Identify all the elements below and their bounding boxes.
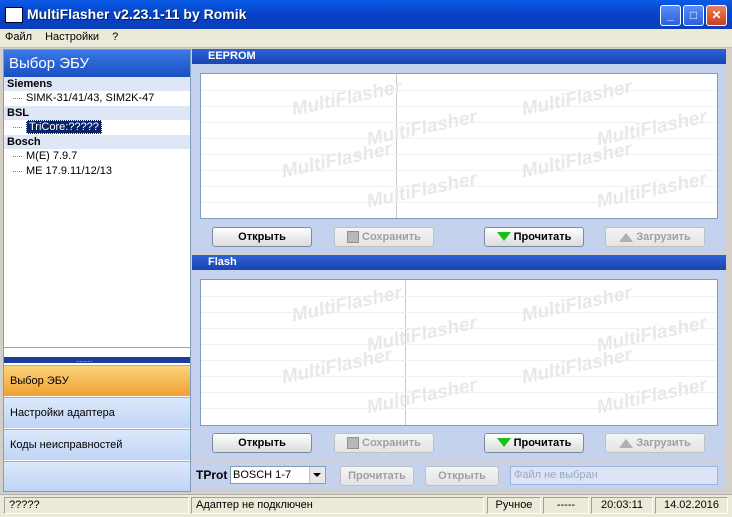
status-date: 14.02.2016: [655, 497, 728, 514]
status-time: 20:03:11: [591, 497, 653, 514]
status-dash: -----: [543, 497, 589, 514]
file-path-field[interactable]: Файл не выбран: [510, 466, 718, 485]
menu-file[interactable]: Файл: [0, 29, 37, 45]
status-ecu: ?????: [4, 497, 189, 514]
floppy-icon: [347, 437, 360, 450]
status-mode: Ручное: [487, 497, 541, 514]
menu-bar: Файл Настройки ?: [0, 29, 732, 48]
flash-write-button[interactable]: Загрузить: [605, 433, 705, 453]
tree-group-siemens[interactable]: Siemens: [4, 77, 190, 91]
eeprom-hex-view[interactable]: MultiFlasher MultiFlasher MultiFlasher M…: [200, 73, 718, 219]
menu-help[interactable]: ?: [107, 29, 123, 45]
eeprom-write-button[interactable]: Загрузить: [605, 227, 705, 247]
tree-item[interactable]: ME 17.9.11/12/13: [4, 164, 190, 179]
flash-section: MultiFlasher MultiFlasher MultiFlasher M…: [192, 270, 726, 460]
panel-header: Выбор ЭБУ: [4, 50, 190, 77]
download-arrow-icon: [496, 231, 511, 241]
eeprom-save-button[interactable]: Сохранить: [334, 227, 434, 247]
flash-hex-view[interactable]: MultiFlasher MultiFlasher MultiFlasher M…: [200, 279, 718, 426]
download-arrow-icon: [496, 437, 511, 447]
nav-error-codes[interactable]: Коды неисправностей: [4, 429, 190, 460]
status-bar: ????? Адаптер не подключен Ручное ----- …: [0, 494, 732, 517]
splitter-grip[interactable]: ..........: [4, 357, 190, 364]
nav-adapter-settings[interactable]: Настройки адаптера: [4, 397, 190, 428]
menu-settings[interactable]: Настройки: [40, 29, 104, 45]
tprot-select[interactable]: BOSCH 1-7: [230, 466, 326, 484]
maximize-button[interactable]: □: [683, 5, 704, 26]
app-icon: [5, 7, 23, 23]
tprot-read-button[interactable]: Прочитать: [340, 466, 414, 486]
ecu-select-panel: Выбор ЭБУ Siemens SIMK-31/41/43, SIM2K-4…: [3, 49, 191, 492]
upload-arrow-icon: [619, 232, 634, 242]
tree-item[interactable]: SIMK-31/41/43, SIM2K-47: [4, 91, 190, 106]
window-title: MultiFlasher v2.23.1-11 by Romik: [27, 6, 247, 22]
chevron-down-icon[interactable]: [309, 467, 325, 483]
eeprom-section: MultiFlasher MultiFlasher MultiFlasher M…: [192, 64, 726, 253]
minimize-button[interactable]: _: [660, 5, 681, 26]
floppy-icon: [347, 231, 360, 244]
flash-save-button[interactable]: Сохранить: [334, 433, 434, 453]
tree-item-selected[interactable]: TriCore:?????: [4, 120, 190, 135]
tprot-label: TProt: [196, 468, 228, 482]
tprot-open-button[interactable]: Открыть: [425, 466, 499, 486]
title-bar: MultiFlasher v2.23.1-11 by Romik _ □ ✕: [0, 0, 732, 29]
tree-group-bosch[interactable]: Bosch: [4, 135, 190, 149]
nav-ecu-select[interactable]: Выбор ЭБУ: [4, 365, 190, 396]
flash-read-button[interactable]: Прочитать: [484, 433, 584, 453]
upload-arrow-icon: [619, 438, 634, 448]
tree-item[interactable]: M(E) 7.9.7: [4, 149, 190, 164]
flash-header: Flash: [192, 255, 726, 270]
eeprom-open-button[interactable]: Открыть: [212, 227, 312, 247]
flash-open-button[interactable]: Открыть: [212, 433, 312, 453]
tprot-bar: TProt BOSCH 1-7 Прочитать Открыть Файл н…: [192, 462, 726, 489]
close-button[interactable]: ✕: [706, 5, 727, 26]
ecu-tree: Siemens SIMK-31/41/43, SIM2K-47 BSL TriC…: [4, 77, 190, 348]
eeprom-read-button[interactable]: Прочитать: [484, 227, 584, 247]
status-adapter: Адаптер не подключен: [191, 497, 484, 514]
nav-empty: [4, 461, 190, 491]
tree-group-bsl[interactable]: BSL: [4, 106, 190, 120]
eeprom-header: EEPROM: [192, 49, 726, 64]
